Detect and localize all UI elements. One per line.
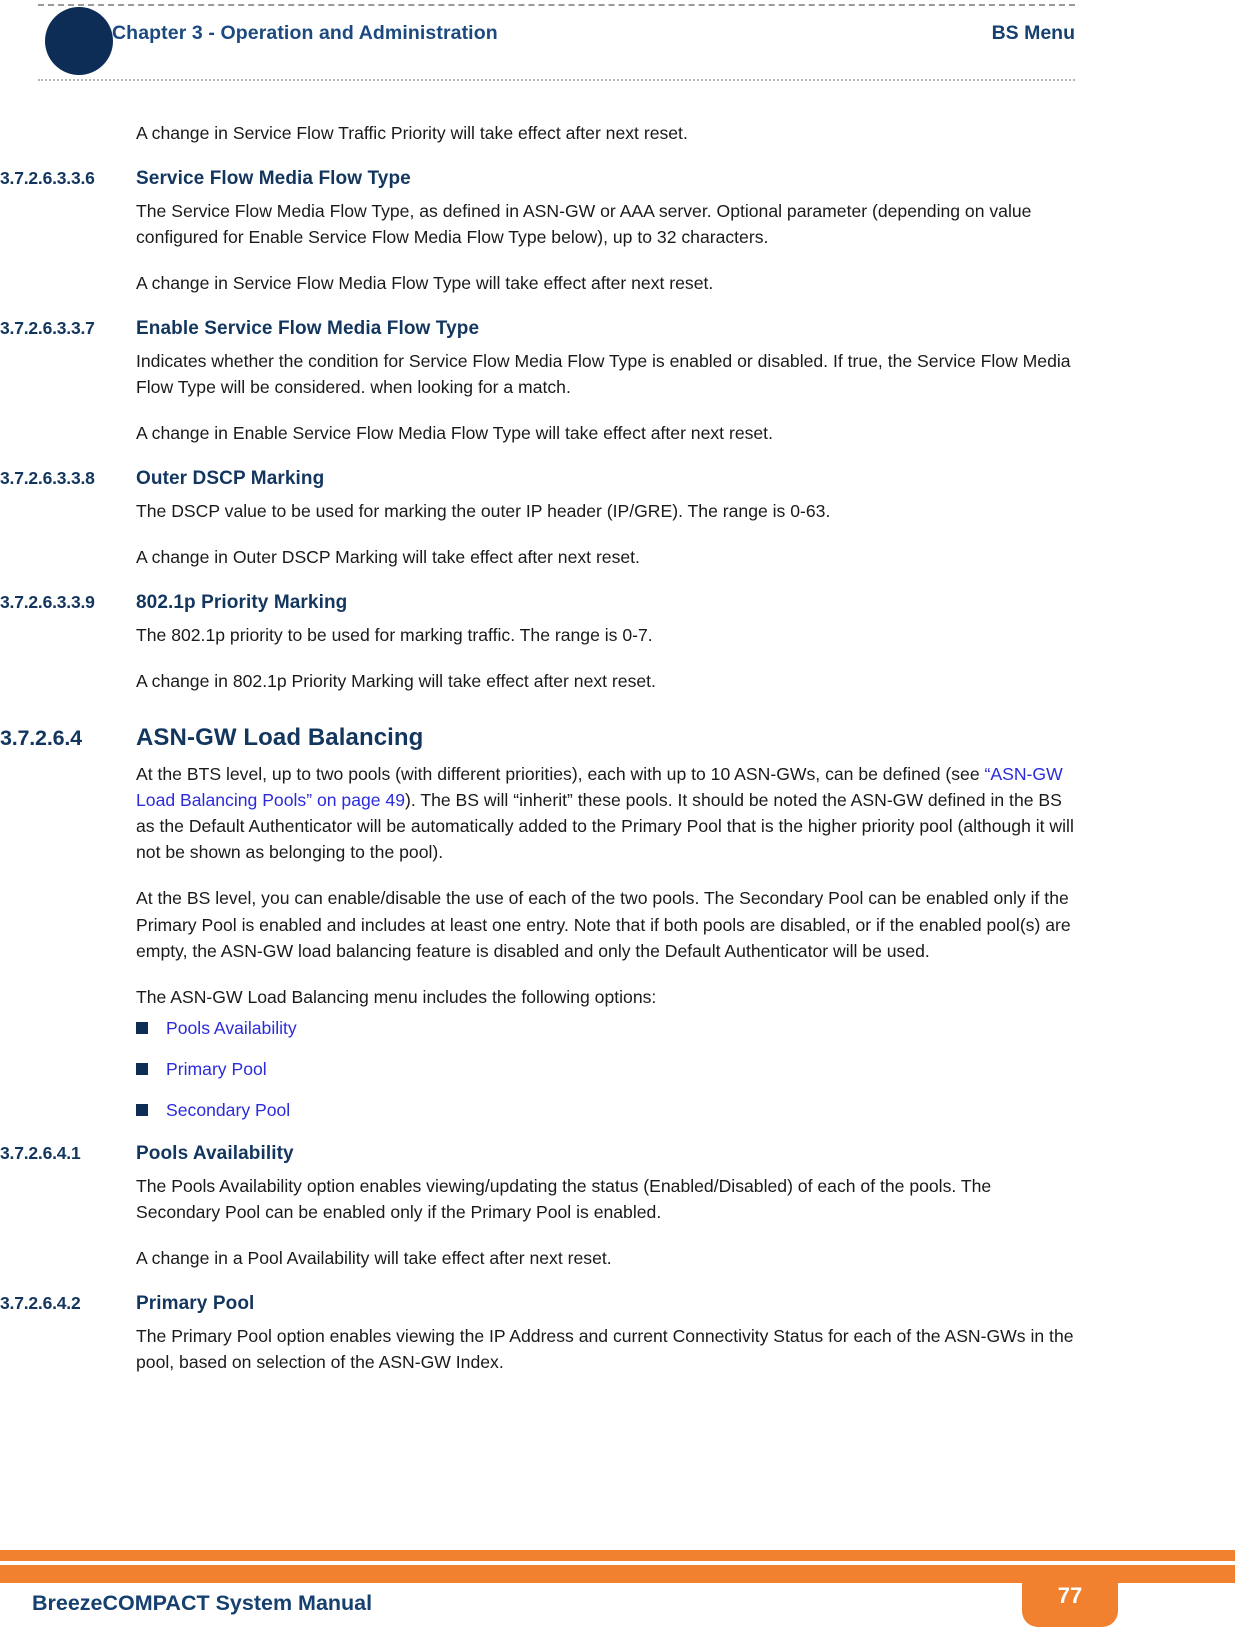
section-paragraph: The DSCP value to be used for marking th…: [136, 501, 831, 522]
section-title: Pools Availability: [136, 1142, 294, 1164]
section-title: Primary Pool: [136, 1292, 255, 1314]
section-paragraph: The Service Flow Media Flow Type, as def…: [136, 201, 1032, 248]
list-item[interactable]: Pools Availability: [136, 1018, 1235, 1039]
page-header: Chapter 3 - Operation and Administration…: [0, 0, 1235, 86]
section-paragraph: A change in Outer DSCP Marking will take…: [136, 547, 640, 568]
intro-note: A change in Service Flow Traffic Priorit…: [136, 123, 688, 143]
section-heading-372641: 3.7.2.6.4.1 Pools Availability: [0, 1143, 1235, 1165]
section-number: 3.7.2.6.3.3.8: [0, 468, 95, 489]
section-number: 3.7.2.6.3.3.7: [0, 318, 95, 339]
section-heading-3726336: 3.7.2.6.3.3.6 Service Flow Media Flow Ty…: [0, 168, 1235, 190]
section-paragraph: Indicates whether the condition for Serv…: [136, 351, 1071, 398]
header-section-label: BS Menu: [991, 22, 1075, 44]
footer-accent-bar-top: [0, 1550, 1235, 1561]
section-title: Service Flow Media Flow Type: [136, 168, 411, 190]
section-heading-372642: 3.7.2.6.4.2 Primary Pool: [0, 1293, 1235, 1315]
asn-para1-lead: At the BTS level, up to two pools (with …: [136, 764, 985, 785]
section-paragraph: A change in Service Flow Media Flow Type…: [136, 273, 714, 294]
asn-options-list: Pools Availability Primary Pool Secondar…: [0, 1018, 1235, 1121]
header-top-divider: [38, 4, 1075, 6]
section-number: 3.7.2.6.3.3.6: [0, 168, 95, 189]
list-item-label[interactable]: Pools Availability: [166, 1018, 297, 1039]
list-item-label[interactable]: Primary Pool: [166, 1059, 267, 1080]
section-paragraph: The Pools Availability option enables vi…: [136, 1175, 992, 1222]
section-paragraph: A change in a Pool Availability will tak…: [136, 1247, 612, 1268]
header-bottom-divider: [38, 79, 1075, 81]
square-bullet-icon: [136, 1063, 148, 1076]
section-title: ASN-GW Load Balancing: [136, 724, 424, 752]
page-number: 77: [1057, 1583, 1083, 1608]
section-heading-3726338: 3.7.2.6.3.3.8 Outer DSCP Marking: [0, 468, 1235, 490]
section-paragraph: A change in Enable Service Flow Media Fl…: [136, 423, 773, 444]
footer-manual-title: BreezeCOMPACT System Manual: [32, 1591, 373, 1615]
page-content: A change in Service Flow Traffic Priorit…: [0, 120, 1235, 1395]
section-number: 3.7.2.6.3.3.9: [0, 592, 95, 613]
list-item-label[interactable]: Secondary Pool: [166, 1100, 290, 1121]
asn-paragraph-1: At the BTS level, up to two pools (with …: [0, 761, 1235, 865]
section-number: 3.7.2.6.4.1: [0, 1142, 81, 1163]
section-number: 3.7.2.6.4: [0, 726, 82, 751]
page-number-tab: 77: [1022, 1565, 1118, 1627]
section-heading-3726337: 3.7.2.6.3.3.7 Enable Service Flow Media …: [0, 318, 1235, 340]
document-page: Chapter 3 - Operation and Administration…: [0, 0, 1235, 1639]
asn-paragraph-3: The ASN-GW Load Balancing menu includes …: [136, 986, 657, 1007]
square-bullet-icon: [136, 1022, 148, 1035]
section-paragraph: The 802.1p priority to be used for marki…: [136, 625, 653, 646]
section-heading-3726339: 3.7.2.6.3.3.9 802.1p Priority Marking: [0, 592, 1235, 614]
section-title: 802.1p Priority Marking: [136, 592, 348, 614]
section-number: 3.7.2.6.4.2: [0, 1292, 81, 1313]
header-chapter-title: Chapter 3 - Operation and Administration: [112, 22, 498, 44]
list-item[interactable]: Secondary Pool: [136, 1100, 1235, 1121]
asn-paragraph-2: At the BS level, you can enable/disable …: [136, 888, 1071, 961]
section-paragraph: The Primary Pool option enables viewing …: [136, 1325, 1074, 1372]
list-item[interactable]: Primary Pool: [136, 1059, 1235, 1080]
section-title: Outer DSCP Marking: [136, 468, 325, 490]
square-bullet-icon: [136, 1104, 148, 1117]
section-paragraph: A change in 802.1p Priority Marking will…: [136, 671, 656, 692]
header-circle-icon: [45, 7, 113, 75]
page-footer: 77 BreezeCOMPACT System Manual: [0, 1529, 1235, 1639]
section-title: Enable Service Flow Media Flow Type: [136, 318, 480, 340]
section-heading-37264: 3.7.2.6.4 ASN-GW Load Balancing: [0, 724, 1235, 752]
